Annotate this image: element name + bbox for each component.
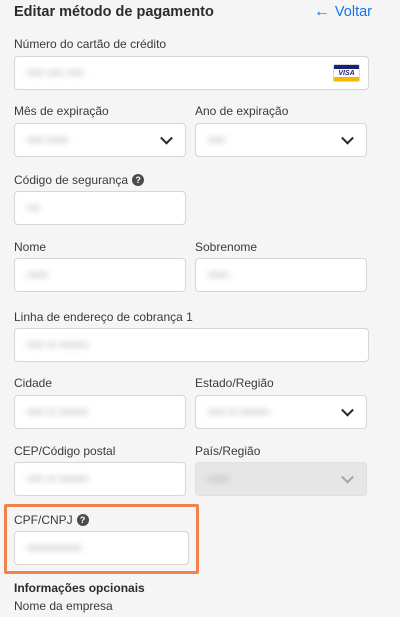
postal-code-label: CEP/Código postal	[14, 444, 116, 458]
help-icon[interactable]: ?	[132, 174, 145, 186]
company-name-label: Nome da empresa	[14, 599, 113, 613]
card-number-label: Número do cartão de crédito	[14, 37, 167, 51]
address-line1-input[interactable]: •••• •• •••••••	[14, 328, 369, 362]
postal-code-value: •••• •• •••••••	[27, 472, 89, 486]
country-select: •••••	[195, 462, 367, 496]
first-name-label: Nome	[14, 240, 47, 254]
state-value: •••• •• •••••••	[208, 405, 270, 419]
state-label: Estado/Região	[195, 376, 274, 390]
security-code-label-text: Código de segurança	[14, 173, 129, 187]
city-input[interactable]: •••• •• •••••••	[14, 395, 186, 429]
postal-code-input[interactable]: •••• •• •••••••	[14, 462, 186, 496]
expiry-year-value: ••••	[208, 133, 225, 147]
expiry-month-value: •••• •••••	[27, 133, 69, 147]
chevron-down-icon	[341, 131, 354, 145]
expiry-month-label: Mês de expiração	[14, 104, 109, 118]
chevron-down-icon	[160, 131, 173, 145]
security-code-label: Código de segurança ?	[14, 173, 145, 187]
page-title: Editar método de pagamento	[14, 4, 214, 20]
tax-id-value: •••••••••••••	[27, 541, 82, 555]
last-name-input[interactable]: •••••	[195, 258, 367, 292]
payment-method-form: Editar método de pagamento ← Voltar Núme…	[0, 0, 400, 617]
security-code-value: •••	[27, 201, 40, 215]
back-link[interactable]: ← Voltar	[313, 3, 372, 21]
tax-id-label-text: CPF/CNPJ	[14, 513, 73, 527]
expiry-year-label: Ano de expiração	[195, 104, 289, 118]
security-code-input[interactable]: •••	[14, 191, 186, 225]
visa-card-icon: VISA	[333, 64, 360, 82]
address-line1-label: Linha de endereço de cobrança 1	[14, 310, 193, 324]
state-select[interactable]: •••• •• •••••••	[195, 395, 367, 429]
last-name-label: Sobrenome	[195, 240, 258, 254]
city-label: Cidade	[14, 376, 53, 390]
chevron-down-icon	[341, 403, 354, 417]
help-icon[interactable]: ?	[76, 514, 89, 526]
chevron-down-icon	[341, 470, 354, 484]
first-name-value: •••••	[27, 268, 49, 282]
back-label: Voltar	[334, 4, 372, 20]
arrow-left-icon: ←	[313, 3, 330, 20]
country-label: País/Região	[195, 444, 261, 458]
first-name-input[interactable]: •••••	[14, 258, 186, 292]
tax-id-label: CPF/CNPJ ?	[14, 513, 89, 527]
expiry-year-select[interactable]: ••••	[195, 123, 367, 157]
last-name-value: •••••	[208, 268, 230, 282]
tax-id-input[interactable]: •••••••••••••	[14, 531, 189, 565]
expiry-month-select[interactable]: •••• •••••	[14, 123, 186, 157]
card-number-value: •••• •••• ••••	[27, 66, 85, 80]
card-number-input[interactable]: •••• •••• •••• VISA	[14, 56, 369, 90]
country-value: •••••	[208, 472, 230, 486]
address-line1-value: •••• •• •••••••	[27, 338, 89, 352]
city-value: •••• •• •••••••	[27, 405, 89, 419]
optional-info-heading: Informações opcionais	[14, 581, 145, 595]
